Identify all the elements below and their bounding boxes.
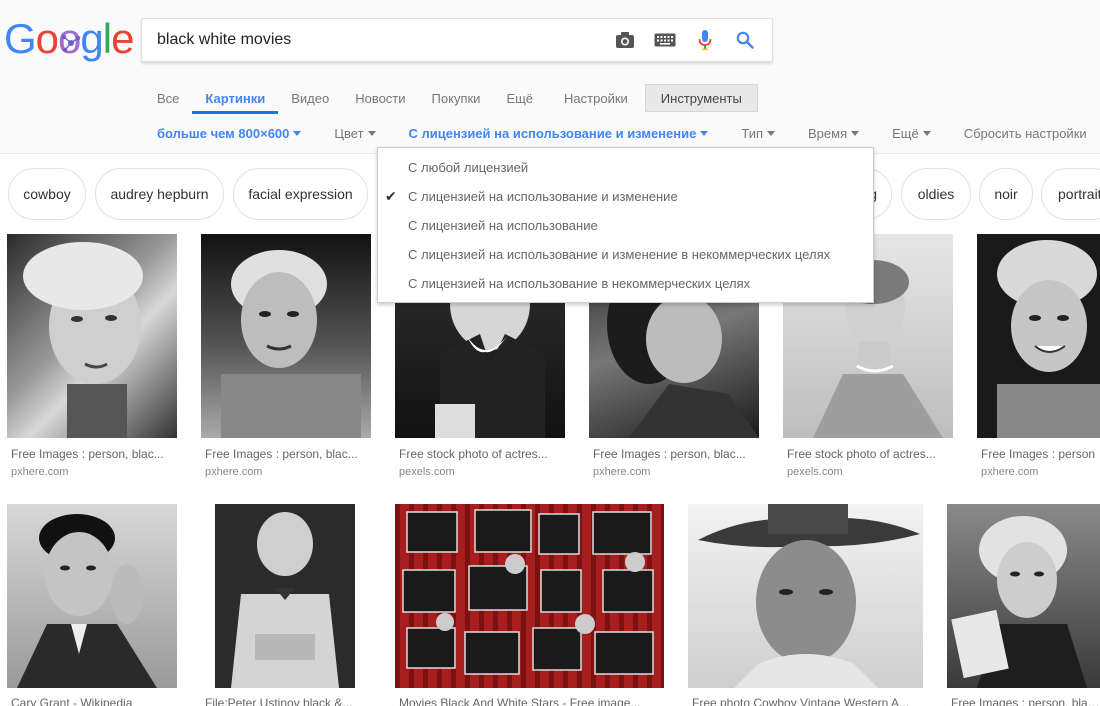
- chevron-down-icon: [293, 131, 302, 136]
- chip-audrey-hepburn[interactable]: audrey hepburn: [95, 168, 224, 220]
- result-domain: pxhere.com: [593, 466, 651, 478]
- tab-all[interactable]: Все: [144, 84, 192, 114]
- license-option-reuse-modify[interactable]: ✔ С лицензией на использование и изменени…: [378, 182, 873, 211]
- result-image[interactable]: [395, 504, 664, 688]
- filter-license[interactable]: С лицензией на использование и изменение: [409, 126, 709, 146]
- reset-filters-link[interactable]: Сбросить настройки: [964, 126, 1087, 146]
- filter-more-label: Ещё: [892, 126, 919, 141]
- result-caption[interactable]: Free Images : person: [981, 447, 1100, 461]
- result-domain: pexels.com: [787, 466, 843, 478]
- filter-size-label: больше чем 800×600: [157, 126, 290, 141]
- chevron-down-icon: [367, 131, 376, 136]
- tab-news[interactable]: Новости: [342, 84, 418, 114]
- filter-color[interactable]: Цвет: [334, 126, 376, 146]
- result-image[interactable]: [7, 504, 177, 688]
- filter-type-label: Тип: [741, 126, 763, 141]
- filter-size[interactable]: больше чем 800×600: [157, 126, 302, 146]
- tab-shopping[interactable]: Покупки: [419, 84, 494, 114]
- chip-portrait[interactable]: portrait: [1041, 168, 1100, 220]
- result-caption[interactable]: Free stock photo of actres...: [399, 447, 559, 461]
- chevron-down-icon: [767, 131, 775, 136]
- keyboard-icon[interactable]: [653, 28, 677, 52]
- search-tabs: Все Картинки Видео Новости Покупки Ещё Н…: [144, 84, 758, 114]
- tab-images[interactable]: Картинки: [192, 84, 279, 114]
- license-option-reuse[interactable]: С лицензией на использование: [378, 211, 873, 240]
- chevron-down-icon: [851, 131, 860, 136]
- license-option-label: С лицензией на использование: [408, 218, 598, 233]
- result-caption[interactable]: Free stock photo of actres...: [787, 447, 947, 461]
- license-option-label: С любой лицензией: [408, 160, 529, 175]
- result-caption[interactable]: Free Images : person, blac...: [951, 696, 1100, 706]
- result-caption[interactable]: Free Images : person, blac...: [11, 447, 176, 461]
- filter-color-label: Цвет: [334, 126, 364, 141]
- chevron-down-icon: [700, 131, 709, 136]
- tab-settings[interactable]: Настройки: [546, 84, 641, 114]
- google-logo[interactable]: Goo gle: [4, 14, 134, 64]
- microphone-icon[interactable]: [693, 28, 717, 52]
- result-caption[interactable]: Free Images : person, blac...: [205, 447, 370, 461]
- result-caption[interactable]: Cary Grant - Wikipedia: [11, 696, 176, 706]
- chevron-down-icon: [922, 131, 931, 136]
- header: Google Все Картинки Видео Новости Покупк…: [0, 0, 1100, 154]
- filter-time-label: Время: [808, 126, 848, 141]
- result-domain: pxhere.com: [981, 466, 1039, 478]
- tools-filter-bar: больше чем 800×600 Цвет С лицензией на и…: [157, 126, 1087, 146]
- search-icon[interactable]: [733, 28, 757, 52]
- license-option-reuse-modify-noncommercial[interactable]: С лицензией на использование и изменение…: [378, 240, 873, 269]
- result-image[interactable]: [688, 504, 923, 688]
- tab-video[interactable]: Видео: [278, 84, 342, 114]
- license-option-label: С лицензией на использование и изменение: [408, 189, 678, 204]
- result-caption[interactable]: Free Images : person, blac...: [593, 447, 758, 461]
- tab-more[interactable]: Ещё: [493, 84, 546, 114]
- result-image[interactable]: [201, 234, 371, 438]
- chip-oldies[interactable]: oldies: [901, 168, 971, 220]
- chip-noir[interactable]: noir: [979, 168, 1033, 220]
- license-option-label: С лицензией на использование и изменение…: [408, 247, 831, 262]
- search-input[interactable]: [157, 25, 607, 55]
- result-domain: pexels.com: [399, 466, 455, 478]
- result-image[interactable]: [947, 504, 1100, 688]
- license-option-reuse-noncommercial[interactable]: С лицензией на использование в некоммерч…: [378, 269, 873, 298]
- search-box[interactable]: [141, 18, 773, 62]
- tools-button[interactable]: Инструменты: [644, 84, 758, 112]
- license-option-any[interactable]: С любой лицензией: [378, 153, 873, 182]
- result-image[interactable]: [201, 504, 371, 688]
- result-caption[interactable]: Movies Black And White Stars - Free imag…: [399, 696, 661, 706]
- filter-more[interactable]: Ещё: [892, 126, 931, 146]
- result-caption[interactable]: File:Peter Ustinov black &...: [205, 696, 355, 706]
- result-domain: pxhere.com: [205, 466, 263, 478]
- result-image[interactable]: [7, 234, 177, 438]
- result-image[interactable]: [977, 234, 1100, 438]
- filter-time[interactable]: Время: [808, 126, 860, 146]
- result-caption[interactable]: Free photo Cowboy Vintage Western A...: [692, 696, 920, 706]
- filter-type[interactable]: Тип: [741, 126, 775, 146]
- license-dropdown-menu: С любой лицензией ✔ С лицензией на исполь…: [377, 147, 874, 303]
- camera-icon[interactable]: [613, 28, 637, 52]
- result-domain: pxhere.com: [11, 466, 69, 478]
- filter-license-label: С лицензией на использование и изменение: [408, 126, 697, 141]
- chip-facial-expression[interactable]: facial expression: [233, 168, 368, 220]
- license-option-label: С лицензией на использование в некоммерч…: [408, 276, 751, 291]
- chip-cowboy[interactable]: cowboy: [8, 168, 86, 220]
- checkmark-icon: ✔: [385, 188, 397, 204]
